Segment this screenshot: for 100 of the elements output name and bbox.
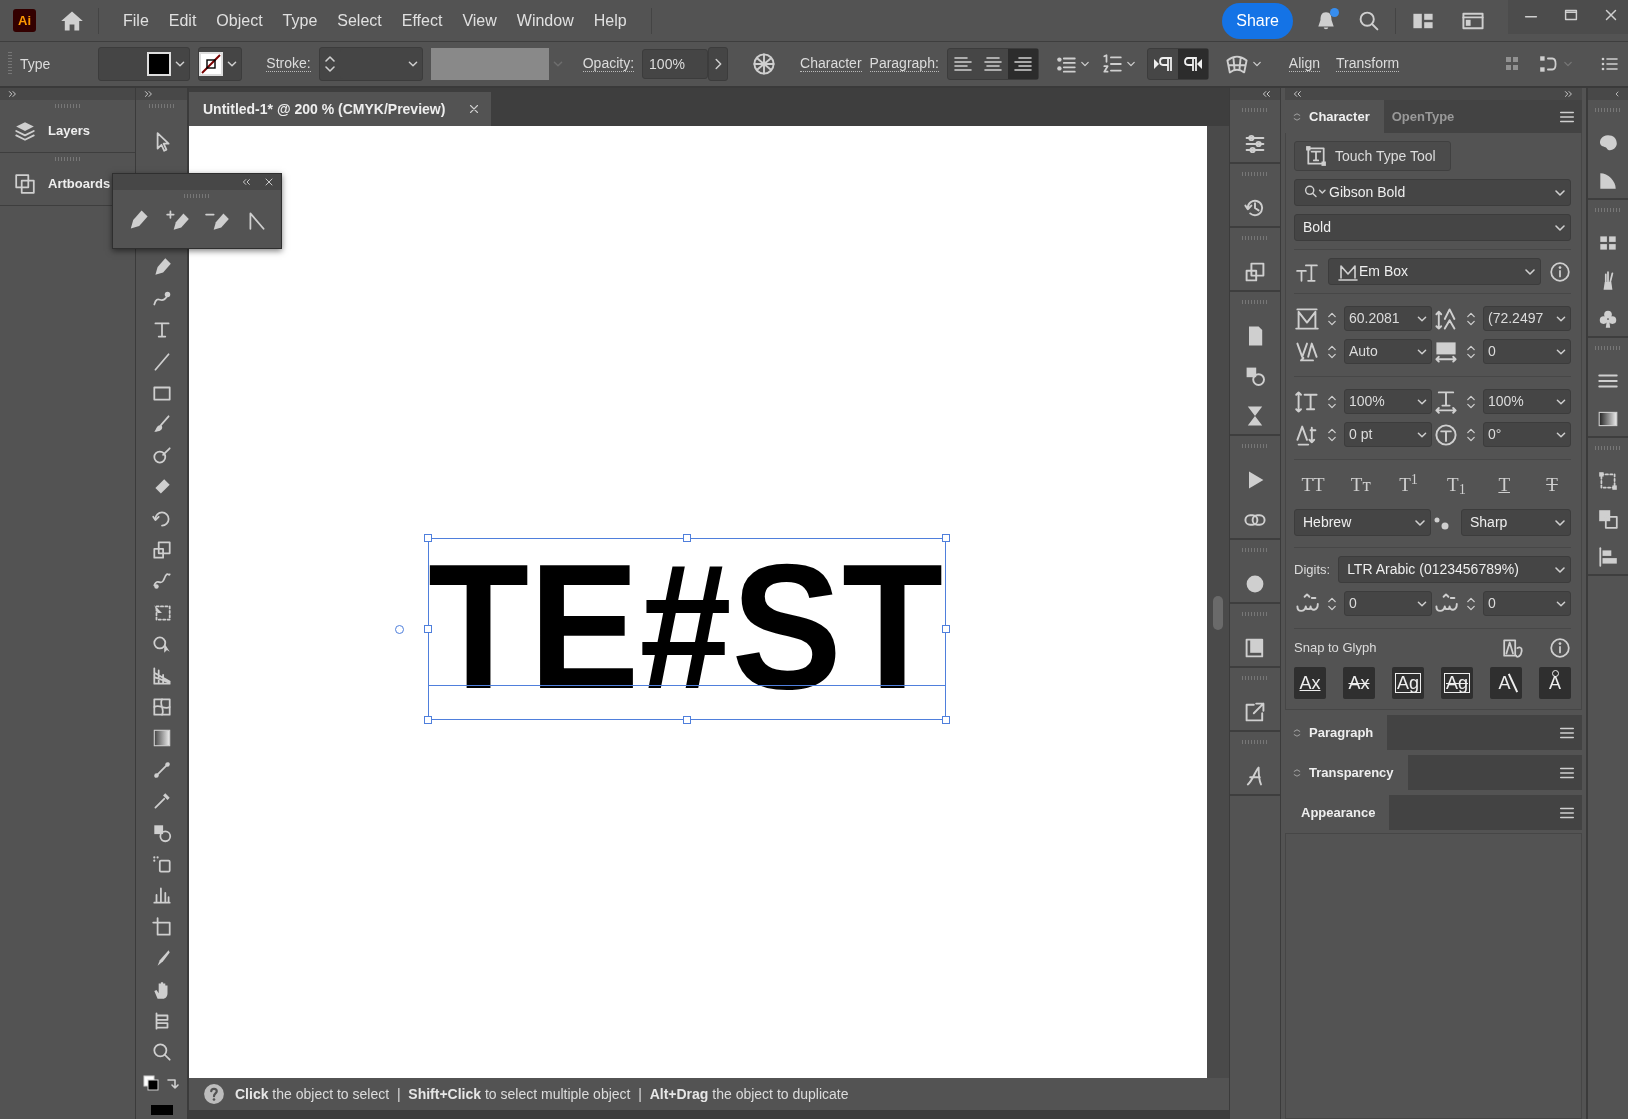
- font-family-field[interactable]: Gibson Bold: [1294, 179, 1571, 206]
- glyph-bounds-snap-button[interactable]: Ag: [1392, 667, 1424, 699]
- touch-type-tool-button[interactable]: Touch Type Tool: [1294, 141, 1451, 171]
- club-icon[interactable]: [1597, 308, 1619, 330]
- fill-swatch[interactable]: [147, 52, 172, 76]
- export-icon[interactable]: [1243, 700, 1267, 724]
- menu-item[interactable]: File: [113, 4, 159, 37]
- all-caps-button[interactable]: TT: [1298, 470, 1328, 500]
- menu-item[interactable]: Select: [327, 4, 392, 37]
- add-anchor-pen-icon[interactable]: [164, 208, 191, 232]
- vertical-scale-field[interactable]: 100%: [1344, 389, 1432, 414]
- underline-button[interactable]: T: [1489, 470, 1520, 500]
- squares-icon[interactable]: [1243, 260, 1267, 284]
- language-field[interactable]: Hebrew: [1294, 509, 1431, 536]
- anchor-snap-button[interactable]: A: [1539, 667, 1571, 699]
- font-size-field[interactable]: 60.2081: [1344, 306, 1432, 331]
- numbered-list-icon[interactable]: [1100, 53, 1123, 75]
- mesh-icon[interactable]: [150, 696, 173, 718]
- baseline-shift-field[interactable]: 0 pt: [1344, 422, 1432, 447]
- panel-tab[interactable]: OpenType: [1383, 100, 1469, 133]
- info-icon[interactable]: [1549, 260, 1571, 283]
- right-to-left-button[interactable]: [1177, 49, 1208, 79]
- panel-link[interactable]: Transform: [1335, 55, 1400, 73]
- kerning-field[interactable]: Auto: [1344, 339, 1432, 364]
- stroke-profile-field[interactable]: [430, 48, 549, 80]
- panel-tab[interactable]: Appearance: [1285, 795, 1390, 830]
- recolor-icon[interactable]: [752, 52, 777, 76]
- em-box-field[interactable]: Em Box: [1328, 258, 1541, 285]
- collapse-icon[interactable]: [241, 176, 253, 188]
- text-in-port[interactable]: [395, 625, 404, 634]
- x-height-snap-button[interactable]: Ax: [1343, 667, 1375, 699]
- resize-handle[interactable]: [424, 625, 432, 633]
- stroke-label[interactable]: Stroke:: [266, 55, 311, 73]
- font-style-field[interactable]: Bold: [1294, 214, 1571, 241]
- angular-snap-button[interactable]: A: [1490, 667, 1522, 699]
- bell-icon[interactable]: [1315, 9, 1337, 32]
- zoom-icon[interactable]: [150, 1041, 173, 1064]
- panel-tab[interactable]: Paragraph: [1285, 715, 1388, 750]
- leading-field[interactable]: (72.2497: [1483, 306, 1571, 331]
- help-icon[interactable]: [203, 1083, 225, 1105]
- digits-field[interactable]: LTR Arabic (0123456789%): [1338, 556, 1571, 583]
- menu-item[interactable]: Type: [272, 4, 328, 37]
- document-tab[interactable]: Untitled-1* @ 200 % (CMYK/Preview): [189, 92, 492, 126]
- info-icon[interactable]: [1549, 637, 1571, 659]
- resize-handle[interactable]: [942, 534, 950, 542]
- horizontal-scale-field[interactable]: 100%: [1483, 389, 1571, 414]
- expander-icon[interactable]: [1293, 726, 1301, 739]
- close-icon[interactable]: [263, 176, 275, 188]
- fill-color-icon[interactable]: [150, 1105, 173, 1116]
- perspective-grid-icon[interactable]: [150, 664, 173, 687]
- proximity-snap-button[interactable]: Ag: [1441, 667, 1473, 699]
- glyph-bounds-icon[interactable]: [1501, 637, 1525, 659]
- opacity-label[interactable]: Opacity:: [582, 55, 635, 73]
- opacity-field[interactable]: 100%: [642, 49, 709, 79]
- panel-link[interactable]: Paragraph:: [869, 55, 939, 73]
- arabic-spacing-field[interactable]: 0: [1344, 591, 1432, 616]
- subscript-button[interactable]: T$_{1}$: [1441, 470, 1472, 500]
- panel-link[interactable]: Character: [800, 55, 862, 73]
- transform-icon[interactable]: [1597, 470, 1619, 492]
- menu-item[interactable]: Window: [506, 4, 584, 37]
- strikethrough-button[interactable]: T: [1537, 470, 1567, 500]
- menu-item[interactable]: View: [452, 4, 507, 37]
- panel-button[interactable]: Layers: [0, 112, 92, 152]
- resize-handle[interactable]: [683, 716, 691, 724]
- align-right-button[interactable]: [1007, 49, 1038, 79]
- anti-aliasing-field[interactable]: Sharp: [1461, 509, 1571, 536]
- gradient-wedge-icon[interactable]: [1597, 170, 1619, 192]
- resize-handle[interactable]: [942, 716, 950, 724]
- swap-fill-stroke-icon[interactable]: [141, 1073, 182, 1094]
- resize-handle[interactable]: [683, 534, 691, 542]
- superscript-button[interactable]: T$^{1}$: [1393, 470, 1424, 500]
- character-rotation-field[interactable]: 0°: [1483, 422, 1571, 447]
- artboard-icon[interactable]: [150, 915, 173, 938]
- panel-tab[interactable]: Transparency: [1285, 755, 1408, 790]
- panel-button[interactable]: Artboards: [0, 165, 113, 205]
- scale-icon[interactable]: [150, 538, 173, 561]
- stroke-swatch[interactable]: [199, 52, 224, 76]
- sprayer-icon[interactable]: [150, 853, 173, 876]
- resize-handle[interactable]: [424, 534, 432, 542]
- baseline-snap-button[interactable]: Ax: [1294, 667, 1326, 699]
- resize-handle[interactable]: [424, 716, 432, 724]
- menu-item[interactable]: Help: [583, 4, 637, 37]
- tracking-icon: [1433, 339, 1459, 364]
- resize-handle[interactable]: [942, 625, 950, 633]
- align-icon[interactable]: [1597, 546, 1619, 568]
- vertical-scale-icon: [1294, 389, 1320, 414]
- arabic-offset-field[interactable]: 0: [1483, 591, 1571, 616]
- small-caps-button[interactable]: Tᴛ: [1345, 470, 1376, 500]
- pathfinder-icon[interactable]: [1597, 508, 1619, 530]
- scrollbar-thumb[interactable]: [1213, 596, 1223, 630]
- menu-item[interactable]: Effect: [391, 4, 453, 37]
- panel-link[interactable]: Align: [1288, 55, 1320, 73]
- tracking-field[interactable]: 0: [1483, 339, 1571, 364]
- menu-item[interactable]: Edit: [158, 4, 207, 37]
- share-button[interactable]: Share: [1222, 2, 1293, 39]
- expander-icon[interactable]: [1293, 766, 1301, 779]
- panel-tab[interactable]: Character: [1285, 100, 1384, 133]
- expander-icon[interactable]: [1293, 110, 1301, 123]
- menu-item[interactable]: Object: [206, 4, 273, 37]
- properties-sliders-icon[interactable]: [1243, 132, 1267, 156]
